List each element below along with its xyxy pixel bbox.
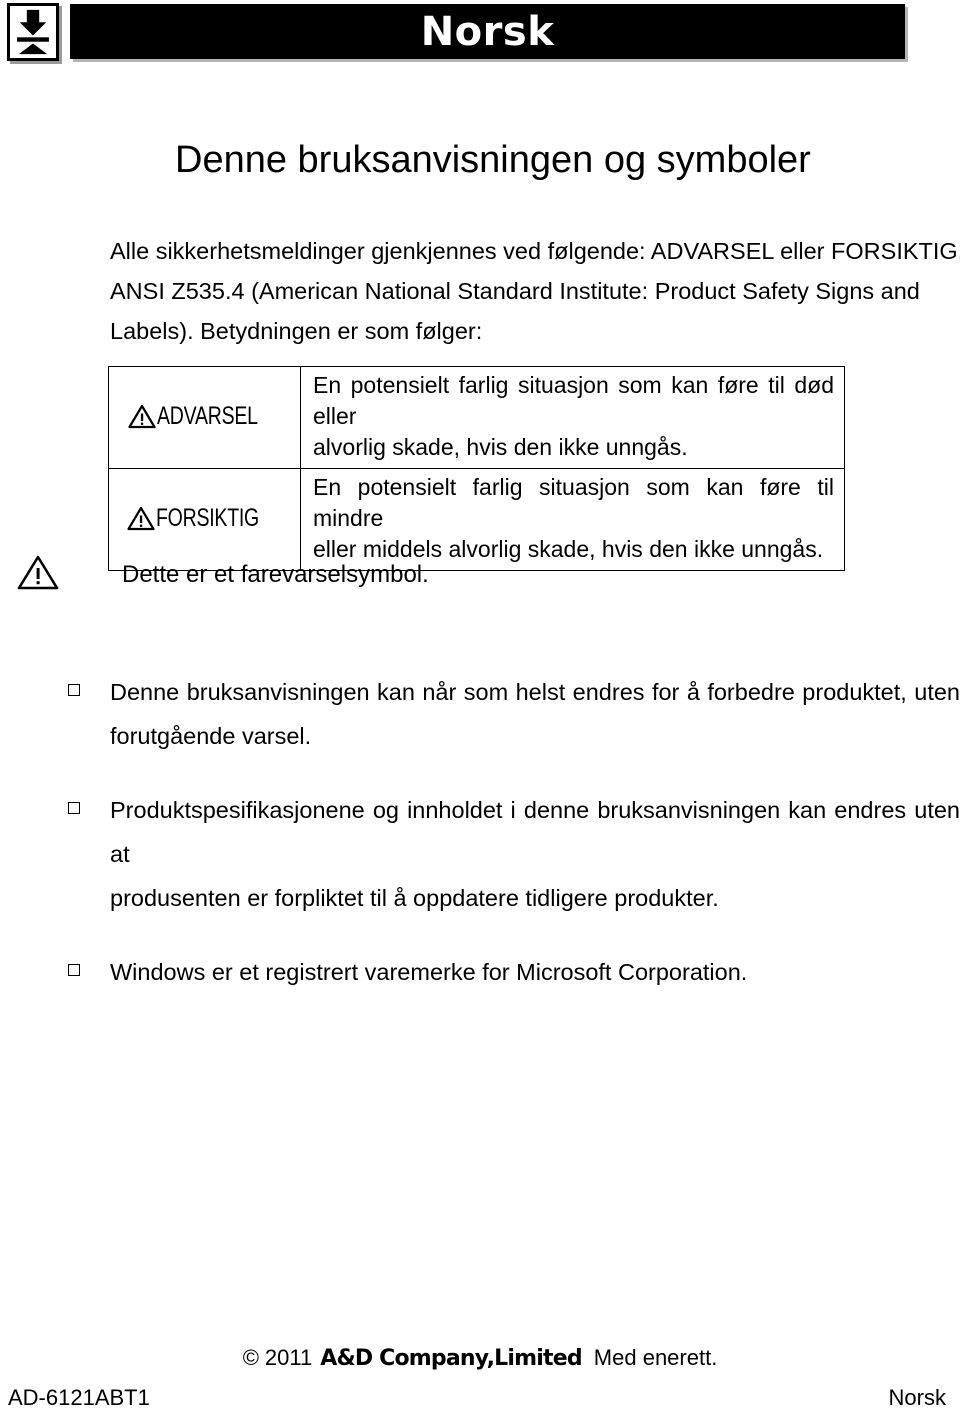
page-header: Norsk	[0, 0, 960, 70]
page-title: Denne bruksanvisningen og symboler	[175, 139, 811, 181]
list-item-line-1: Produktspesifikasjonene og innholdet i d…	[110, 797, 960, 867]
list-item: Produktspesifikasjonene og innholdet i d…	[66, 788, 960, 920]
table-row: ADVARSEL En potensielt farlig situasjon …	[108, 366, 845, 469]
list-item-line-2: produsenten er forpliktet til å oppdater…	[110, 885, 719, 911]
intro-line-3: Labels). Betydningen er som følger:	[110, 318, 483, 344]
warning-desc-cell-advarsel: En potensielt farlig situasjon som kan f…	[300, 366, 845, 469]
warning-triangle-icon	[16, 553, 60, 598]
warning-triangle-icon	[128, 404, 157, 429]
list-item-line-1: Windows er et registrert varemerke for M…	[110, 959, 748, 985]
notes-list: Denne bruksanvisningen kan når som helst…	[66, 670, 960, 1024]
warning-label-text: FORSIKTIG	[155, 503, 259, 532]
document-code: AD-6121ABT1	[8, 1385, 150, 1410]
copyright-line: © 2011 A&D Company,Limited Med enerett.	[0, 1345, 960, 1372]
hollow-square-bullet-icon	[68, 684, 80, 696]
hazard-note-text: Dette er et farevarselsymbol.	[122, 560, 429, 588]
hollow-square-bullet-icon	[68, 964, 80, 976]
intro-line-2: ANSI Z535.4 (American National Standard …	[110, 278, 920, 304]
safety-message-table: ADVARSEL En potensielt farlig situasjon …	[108, 366, 845, 571]
ad-compression-arrow-icon	[7, 3, 59, 61]
copyright-symbol: ©	[242, 1345, 259, 1370]
intro-paragraph: Alle sikkerhetsmeldinger gjenkjennes ved…	[110, 231, 960, 351]
warning-desc-line-1: En potensielt farlig situasjon som kan f…	[313, 474, 834, 531]
intro-line-1: Alle sikkerhetsmeldinger gjenkjennes ved…	[110, 238, 960, 264]
company-name: A&D Company,Limited	[320, 1346, 582, 1371]
warning-desc-line-2: alvorlig skade, hvis den ikke unngås.	[313, 434, 688, 460]
hollow-square-bullet-icon	[68, 802, 80, 814]
language-title-bar: Norsk	[70, 4, 905, 59]
warning-triangle-icon	[127, 506, 155, 531]
warning-label-text: ADVARSEL	[157, 401, 259, 430]
list-item: Windows er et registrert varemerke for M…	[66, 950, 960, 994]
warning-desc-line-1: En potensielt farlig situasjon som kan f…	[313, 372, 834, 429]
hazard-symbol-note: Dette er et farevarselsymbol.	[8, 552, 608, 598]
copyright-year: 2011	[264, 1345, 313, 1370]
language-title: Norsk	[420, 8, 555, 55]
list-item: Denne bruksanvisningen kan når som helst…	[66, 670, 960, 758]
footer-language: Norsk	[888, 1385, 946, 1410]
list-item-line-1: Denne bruksanvisningen kan når som helst…	[110, 679, 960, 705]
warning-label-cell-advarsel: ADVARSEL	[108, 366, 301, 469]
rights-reserved-text: Med enerett.	[593, 1345, 718, 1370]
list-item-line-2: forutgående varsel.	[110, 723, 312, 749]
